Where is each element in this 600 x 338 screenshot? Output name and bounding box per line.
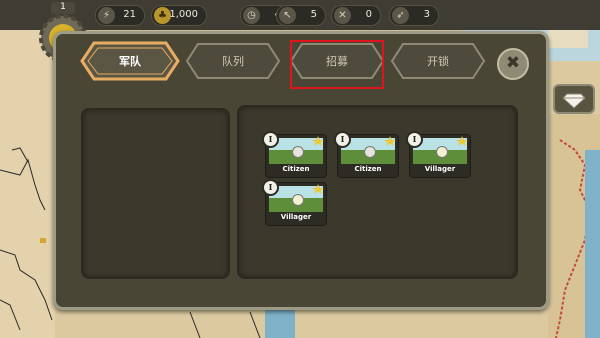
unit-card-citizen[interactable]: I Citizen bbox=[262, 131, 327, 178]
arrow-icon: ➶ bbox=[392, 7, 409, 24]
tab-unlock[interactable]: 开锁 bbox=[389, 41, 487, 81]
axe-value: 5 bbox=[310, 9, 317, 20]
star-icon bbox=[384, 136, 396, 146]
unit-name: Villager bbox=[424, 165, 456, 173]
unit-level: I bbox=[334, 131, 351, 148]
lightning-icon: ⚡ bbox=[98, 7, 115, 24]
recruit-tab-highlight bbox=[290, 40, 384, 89]
tab-unlock-label: 开锁 bbox=[427, 55, 449, 68]
energy-value: 21 bbox=[123, 9, 136, 20]
unit-level: I bbox=[406, 131, 423, 148]
star-icon bbox=[456, 136, 468, 146]
crossed-swords-icon: ✕ bbox=[334, 7, 351, 24]
axe-icon: ↖ bbox=[279, 7, 296, 24]
resource-energy[interactable]: ⚡ 21 bbox=[95, 5, 145, 26]
citizen-icon bbox=[292, 146, 304, 158]
close-button[interactable]: ✖ bbox=[497, 48, 529, 80]
coin-value: 1,000 bbox=[169, 9, 198, 20]
unit-card-villager[interactable]: I Villager bbox=[262, 179, 327, 226]
villager-icon bbox=[436, 146, 448, 158]
unit-name: Citizen bbox=[354, 165, 382, 173]
swords-value: 0 bbox=[365, 9, 372, 20]
tab-queue[interactable]: 队列 bbox=[184, 41, 282, 81]
star-icon bbox=[312, 184, 324, 194]
resource-swords[interactable]: ✕ 0 bbox=[331, 5, 381, 26]
timer-icon: ◷ bbox=[243, 7, 260, 24]
villager-icon bbox=[292, 194, 304, 206]
close-icon: ✖ bbox=[505, 53, 521, 73]
citizen-icon bbox=[364, 146, 376, 158]
tab-army[interactable]: 军队 bbox=[80, 41, 180, 81]
unit-card-citizen[interactable]: I Citizen bbox=[334, 131, 399, 178]
unit-name: Villager bbox=[280, 213, 312, 221]
resource-arrows[interactable]: ➶ 3 bbox=[389, 5, 439, 26]
arrow-value: 3 bbox=[423, 9, 430, 20]
resource-coins[interactable]: ♣ 1,000 bbox=[151, 5, 207, 26]
tab-army-label: 军队 bbox=[119, 55, 141, 68]
army-detail-panel bbox=[81, 108, 230, 279]
unit-card-villager[interactable]: I Villager bbox=[406, 131, 471, 178]
star-icon bbox=[312, 136, 324, 146]
unit-level: I bbox=[262, 179, 279, 196]
gem-shop-button[interactable] bbox=[553, 84, 595, 114]
resource-axe[interactable]: ↖ 5 bbox=[276, 5, 326, 26]
unit-level: I bbox=[262, 131, 279, 148]
diamond-icon bbox=[562, 93, 586, 109]
tab-queue-label: 队列 bbox=[222, 55, 244, 68]
unit-name: Citizen bbox=[282, 165, 310, 173]
level-number: 1 bbox=[60, 2, 66, 12]
